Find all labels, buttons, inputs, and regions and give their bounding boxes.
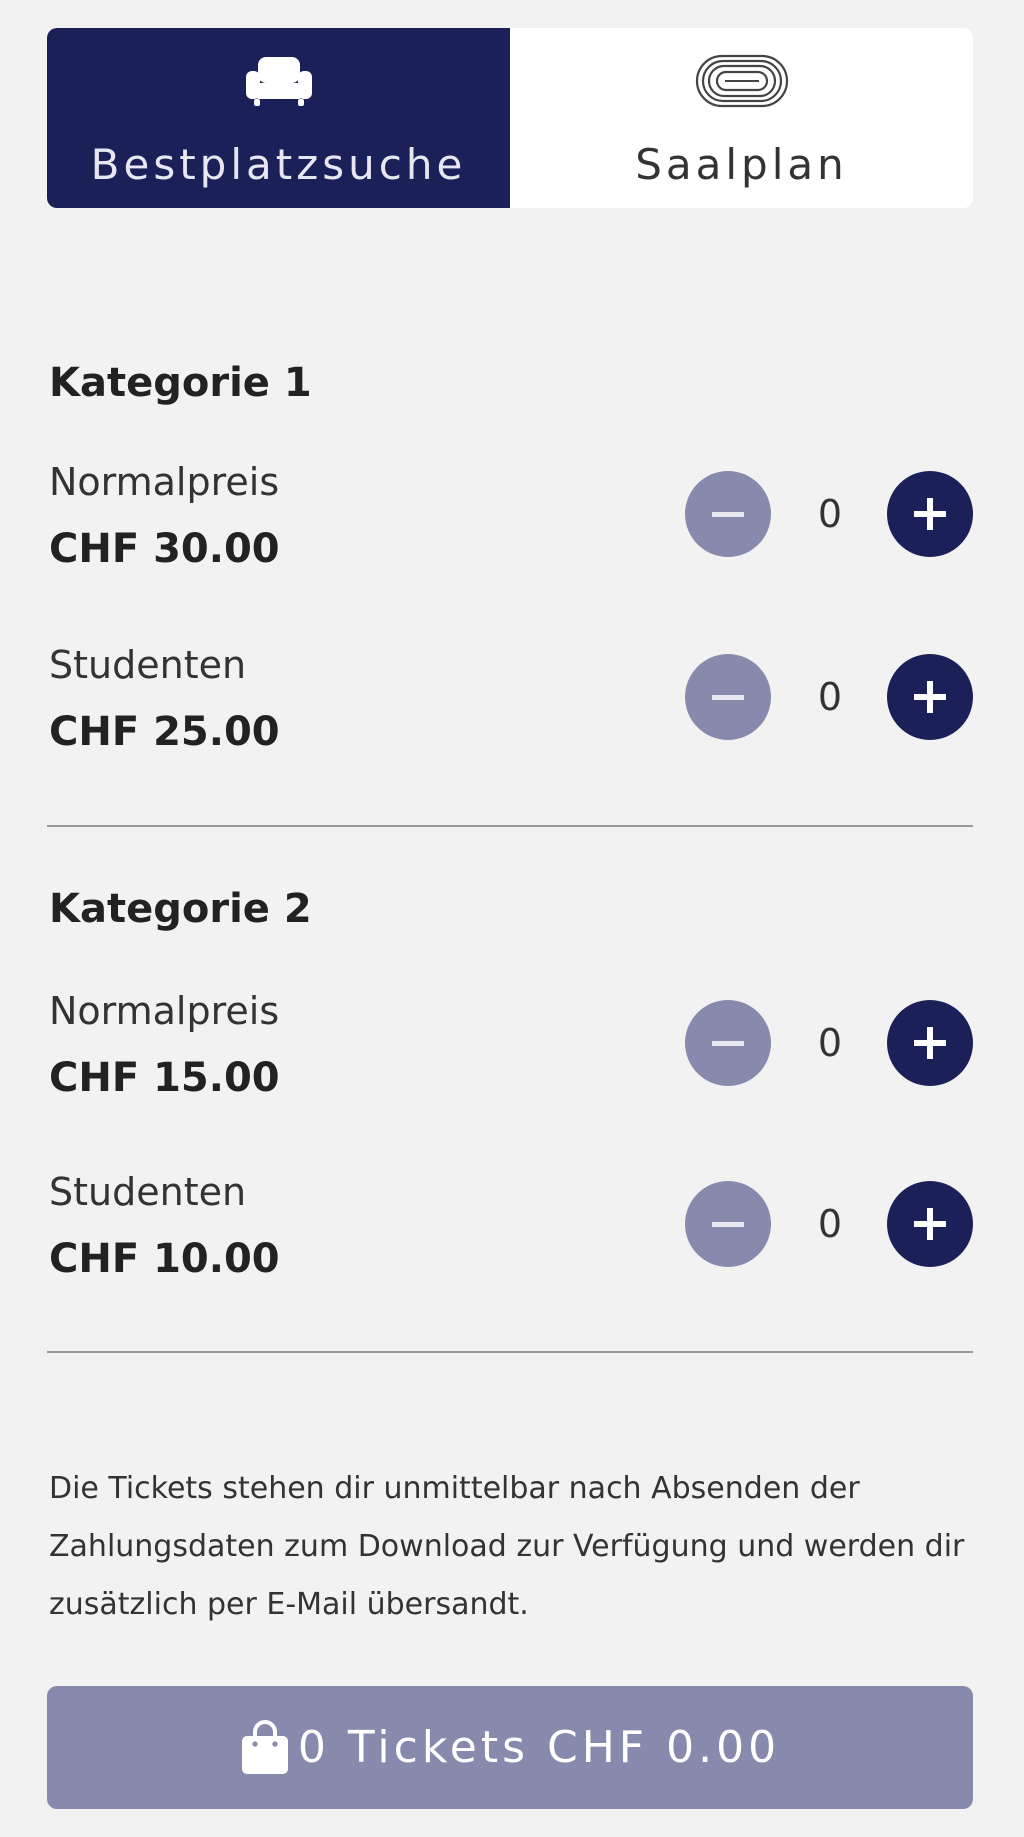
category-title: Kategorie 2: [49, 886, 312, 932]
quantity-value: 0: [817, 1202, 843, 1246]
ticket-price: CHF 15.00: [49, 1055, 280, 1101]
checkout-button[interactable]: 0 Tickets CHF 0.00: [47, 1686, 973, 1809]
armchair-icon: [245, 50, 312, 112]
plus-icon: [914, 498, 946, 530]
category-2: Kategorie 2 Normalpreis CHF 15.00 0 Stud…: [49, 886, 973, 1306]
increase-button[interactable]: [887, 471, 973, 557]
seat-selection-tabs: Bestplatzsuche Saalplan: [47, 28, 973, 208]
minus-icon: [712, 512, 744, 517]
ticket-row: Studenten CHF 10.00 0: [49, 1170, 973, 1282]
shopping-bag-icon: [240, 1719, 290, 1776]
quantity-stepper: 0: [685, 1000, 973, 1086]
quantity-stepper: 0: [685, 471, 973, 557]
category-title: Kategorie 1: [49, 360, 312, 406]
ticket-price: CHF 10.00: [49, 1236, 280, 1282]
divider: [47, 825, 973, 827]
ticket-type-label: Studenten: [49, 1170, 247, 1214]
category-1: Kategorie 1 Normalpreis CHF 30.00 0 Stud…: [49, 360, 973, 780]
plus-icon: [914, 1208, 946, 1240]
decrease-button[interactable]: [685, 471, 771, 557]
checkout-button-label: 0 Tickets CHF 0.00: [297, 1722, 781, 1773]
increase-button[interactable]: [887, 1000, 973, 1086]
delivery-info-text: Die Tickets stehen dir unmittelbar nach …: [49, 1471, 965, 1622]
tab-saalplan[interactable]: Saalplan: [510, 28, 973, 208]
stadium-icon: [695, 50, 789, 112]
ticket-row: Normalpreis CHF 30.00 0: [49, 460, 973, 572]
decrease-button[interactable]: [685, 654, 771, 740]
ticket-price: CHF 30.00: [49, 526, 280, 572]
decrease-button[interactable]: [685, 1000, 771, 1086]
quantity-value: 0: [817, 1021, 843, 1065]
ticket-row: Studenten CHF 25.00 0: [49, 643, 973, 755]
minus-icon: [712, 1222, 744, 1227]
tab-saalplan-label: Saalplan: [635, 140, 848, 189]
ticket-type-label: Studenten: [49, 643, 247, 687]
quantity-stepper: 0: [685, 1181, 973, 1267]
tab-bestplatzsuche[interactable]: Bestplatzsuche: [47, 28, 510, 208]
ticket-price: CHF 25.00: [49, 709, 280, 755]
divider: [47, 1351, 973, 1353]
decrease-button[interactable]: [685, 1181, 771, 1267]
quantity-value: 0: [817, 492, 843, 536]
ticket-type-label: Normalpreis: [49, 460, 280, 504]
increase-button[interactable]: [887, 654, 973, 740]
quantity-stepper: 0: [685, 654, 973, 740]
ticket-type-label: Normalpreis: [49, 989, 280, 1033]
increase-button[interactable]: [887, 1181, 973, 1267]
quantity-value: 0: [817, 675, 843, 719]
tab-bestplatzsuche-label: Bestplatzsuche: [90, 140, 467, 189]
ticket-row: Normalpreis CHF 15.00 0: [49, 989, 973, 1101]
plus-icon: [914, 1027, 946, 1059]
minus-icon: [712, 695, 744, 700]
plus-icon: [914, 681, 946, 713]
minus-icon: [712, 1041, 744, 1046]
